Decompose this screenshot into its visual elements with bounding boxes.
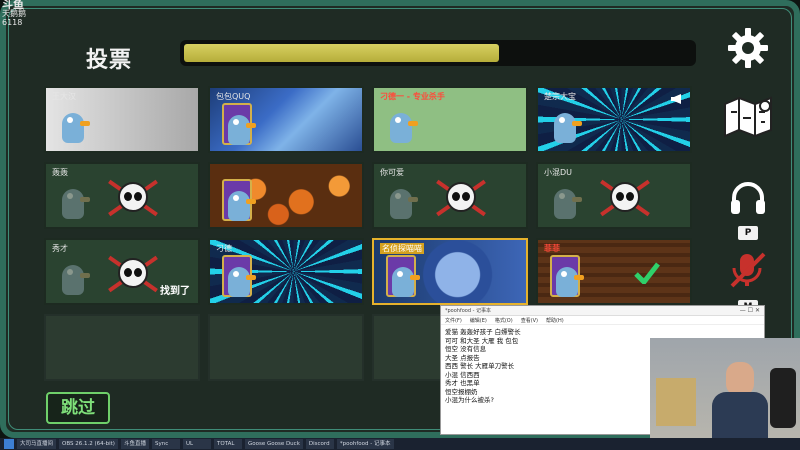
map-button[interactable]: [720, 92, 776, 142]
player-card[interactable]: 秀才找到了: [44, 238, 200, 305]
vote-check-icon: [634, 262, 660, 286]
skip-vote-button[interactable]: 跳过: [46, 392, 110, 424]
watermark-line1: 斗鱼: [2, 0, 24, 11]
notepad-titlebar: *poohfood - 记事本 — ☐ ✕: [441, 306, 764, 316]
vote-title: 投票: [86, 48, 133, 73]
goose-avatar: [58, 103, 90, 145]
streamer-head: [726, 362, 754, 396]
mute-icon: [730, 252, 766, 288]
taskbar-item[interactable]: Discord: [305, 439, 334, 449]
dead-skull-icon: [108, 178, 158, 218]
player-card[interactable]: 刁德: [208, 238, 364, 305]
background-shelf: [656, 378, 696, 426]
notepad-title: *poohfood - 记事本: [445, 308, 491, 314]
windows-start-icon[interactable]: [4, 439, 14, 449]
goose-avatar: [222, 103, 256, 145]
player-name: 轰轰: [52, 168, 68, 177]
player-card[interactable]: 包包QUQ: [208, 86, 364, 153]
player-name: 包包QUQ: [216, 92, 251, 101]
stream-watermark: 斗鱼 天鹅鹅 6118: [2, 0, 26, 27]
notepad-line: 爱猫 轰轰好孩子 白嫖警长: [445, 328, 521, 336]
headset-key-badge: P: [738, 226, 758, 240]
player-card[interactable]: 王大汉: [44, 86, 200, 153]
player-name: 菲菲: [544, 244, 560, 253]
player-name: 名侦探喵喵: [380, 243, 424, 254]
megaphone-icon: [670, 90, 684, 109]
notepad-menu-item[interactable]: 文件(F): [445, 318, 462, 324]
taskbar-item[interactable]: TOTAL: [213, 439, 242, 449]
settings-button[interactable]: [720, 26, 776, 74]
player-card[interactable]: 小混DU: [536, 162, 692, 229]
empty-slot: [44, 314, 200, 381]
taskbar-item[interactable]: OBS 26.1.2 (64-bit): [59, 439, 118, 449]
goose-avatar: [222, 179, 256, 221]
player-card[interactable]: [208, 162, 364, 229]
player-name: 小混DU: [544, 168, 573, 177]
dead-skull-icon: [600, 178, 650, 218]
webcam-overlay: [650, 338, 800, 438]
notepad-menu: 文件(F) 编辑(E) 格式(O) 查看(V) 帮助(H): [441, 316, 764, 325]
streamer: [712, 362, 768, 438]
taskbar-item[interactable]: Goose Goose Duck: [244, 439, 303, 449]
window-controls[interactable]: — ☐ ✕: [740, 307, 760, 314]
player-card[interactable]: 菲菲: [536, 238, 692, 305]
streamer-torso: [712, 392, 768, 438]
vote-timer-bar: [180, 40, 696, 66]
player-name: 楚宗大宝: [544, 92, 576, 101]
watermark-line3: 6118: [2, 18, 23, 27]
gaming-chair: [770, 368, 796, 428]
watermark-line2: 天鹅鹅: [2, 9, 26, 18]
body-found-label: 找到了: [160, 286, 190, 297]
windows-taskbar: 大司马直播间 OBS 26.1.2 (64-bit) 斗鱼直播 Sync UL TOTAL…: [0, 438, 800, 450]
notepad-menu-item[interactable]: 格式(O): [495, 318, 513, 324]
player-card[interactable]: 名侦探喵喵: [372, 238, 528, 305]
empty-slot: [208, 314, 364, 381]
notepad-menu-item[interactable]: 编辑(E): [470, 318, 487, 324]
headset-icon: [731, 182, 765, 214]
player-name: 秀才: [52, 244, 68, 253]
goose-avatar: [550, 103, 582, 145]
goose-avatar: [58, 255, 90, 297]
player-card[interactable]: 轰轰: [44, 162, 200, 229]
player-card[interactable]: 你可爱: [372, 162, 528, 229]
goose-avatar: [550, 255, 584, 297]
goose-avatar: [58, 179, 90, 221]
vote-timer-fill: [184, 44, 499, 62]
notepad-menu-item[interactable]: 帮助(H): [546, 318, 564, 324]
player-name: 你可爱: [380, 168, 404, 177]
notepad-menu-item[interactable]: 查看(V): [521, 318, 538, 324]
goose-avatar: [386, 103, 418, 145]
goose-avatar: [550, 179, 582, 221]
goose-avatar: [386, 179, 418, 221]
map-icon: [724, 96, 772, 138]
taskbar-item[interactable]: 斗鱼直播: [120, 439, 149, 449]
taskbar-item[interactable]: 大司马直播间: [17, 439, 57, 449]
taskbar-item[interactable]: *poohfood - 记事本: [336, 439, 394, 449]
dead-skull-icon: [436, 178, 486, 218]
headset-button[interactable]: P: [720, 180, 776, 240]
player-name: 王大汉: [52, 92, 76, 101]
dead-skull-icon: [108, 254, 158, 294]
player-card[interactable]: 楚宗大宝: [536, 86, 692, 153]
taskbar-item[interactable]: Sync: [151, 439, 180, 449]
player-name: 刁德: [216, 244, 232, 253]
player-card[interactable]: 刁德一 - 专业杀手: [372, 86, 528, 153]
gear-icon: [728, 28, 768, 68]
player-name: 刁德一 - 专业杀手: [380, 92, 445, 101]
goose-avatar: [222, 255, 256, 297]
goose-avatar: [386, 255, 420, 297]
taskbar-item[interactable]: UL: [182, 439, 211, 449]
